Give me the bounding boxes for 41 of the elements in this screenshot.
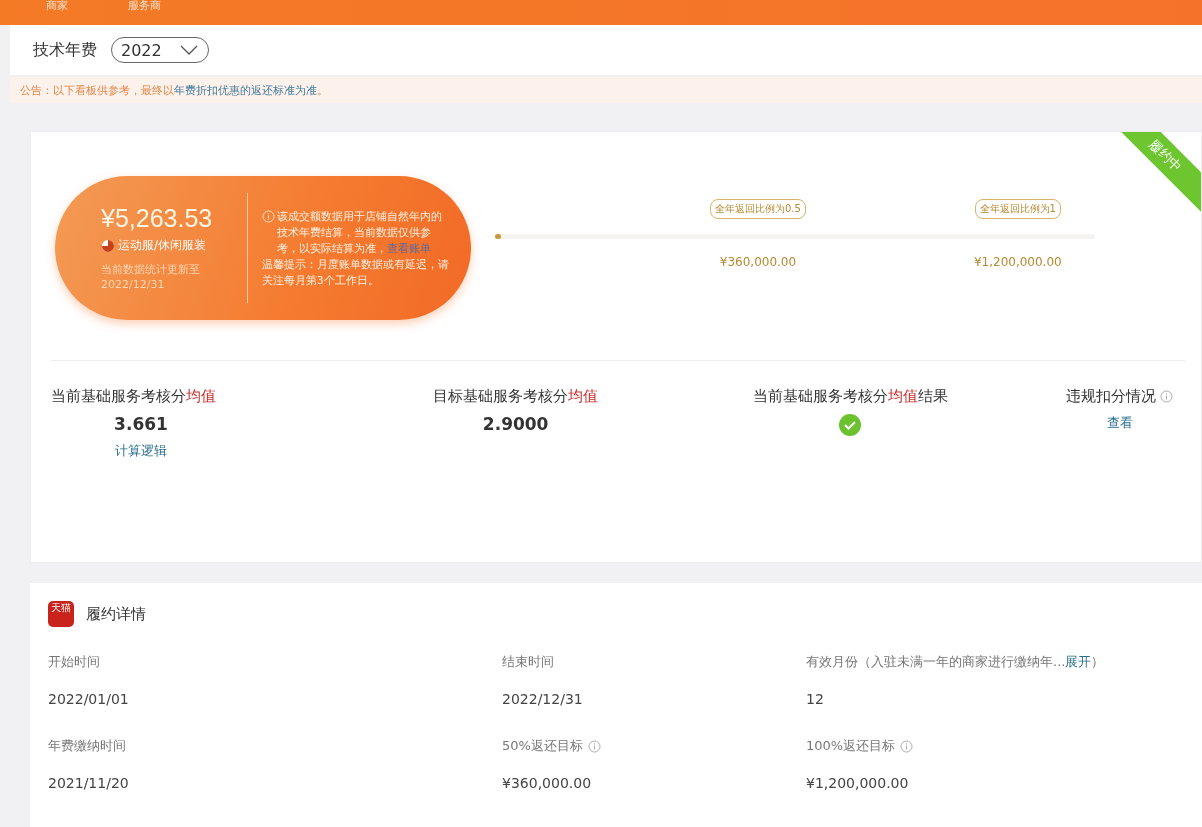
milestone-tooltip: 全年返回比例为1 xyxy=(974,199,1061,219)
stat-label: 违规扣分情况 xyxy=(1066,387,1157,406)
section-title: 履约详情 xyxy=(86,604,146,624)
stat-link[interactable]: 计算逻辑 xyxy=(115,442,167,460)
milestone-tooltip: 全年返回比例为0.5 xyxy=(710,199,806,219)
expand-link[interactable]: 展开 xyxy=(1065,654,1092,669)
field-value: 2022/01/01 xyxy=(48,691,130,707)
notice-text: 公告：以下看板供参考，最终以年费折扣优惠的返还标准为准。 xyxy=(20,82,328,98)
field-label: 年费缴纳时间 xyxy=(48,737,126,755)
sales-amount: ¥5,263.53 xyxy=(101,204,214,233)
info-icon xyxy=(587,739,601,753)
field-value: 2022/12/31 xyxy=(502,691,584,707)
field-value: 12 xyxy=(806,691,825,707)
field-label: 100%返还目标 xyxy=(806,737,896,755)
store-logo: 天猫 xyxy=(48,601,74,627)
stat-value: 3.661 xyxy=(114,414,168,434)
chevron-down-icon xyxy=(180,45,198,55)
update-time: 当前数据统计更新至2022/12/31 xyxy=(101,262,201,292)
field-label: 有效月份（入驻未满一年的商家进行缴纳年...展开） xyxy=(806,653,1105,671)
tip-text: 温馨提示：月度账单数据或有延迟，请关注每月第3个工作日。 xyxy=(262,257,450,288)
stat-label: 目标基础服务考核分均值 xyxy=(433,387,599,406)
field-label: 50%返还目标 xyxy=(502,737,583,755)
field-value: 2021/11/20 xyxy=(48,775,130,791)
notice-link[interactable]: 年费折扣优惠的返还标准为准 xyxy=(174,83,317,97)
info-icon xyxy=(1160,390,1174,403)
info-icon xyxy=(900,739,914,753)
field-label: 开始时间 xyxy=(48,653,100,671)
milestone-amount: ¥1,200,000.00 xyxy=(973,255,1062,269)
field-label: 结束时间 xyxy=(502,653,554,671)
field-value: ¥1,200,000.00 xyxy=(806,775,910,791)
stat-link[interactable]: 查看 xyxy=(1106,414,1133,432)
stat-label: 当前基础服务考核分均值 xyxy=(51,387,216,406)
milestone-amount: ¥360,000.00 xyxy=(719,255,797,269)
page-title: 技术年费 xyxy=(33,39,97,61)
stat-value: 2.9000 xyxy=(482,414,549,434)
field-value: ¥360,000.00 xyxy=(502,775,593,791)
stat-label: 当前基础服务考核分均值结果 xyxy=(752,387,948,406)
category-label: 运动服/休闲服装 xyxy=(118,237,207,254)
info-text: 该成交额数据用于店铺自然年内的技术年费结算，当前数据仅供参考，以实际结算为准，查看账单 xyxy=(277,209,443,256)
info-icon xyxy=(262,210,275,223)
pie-icon xyxy=(101,238,115,253)
